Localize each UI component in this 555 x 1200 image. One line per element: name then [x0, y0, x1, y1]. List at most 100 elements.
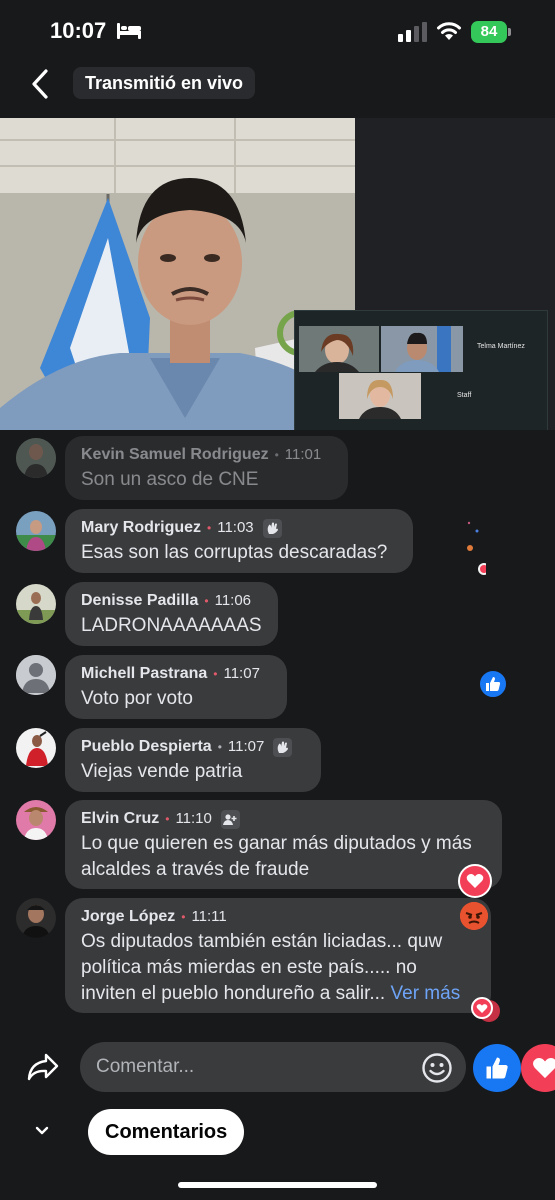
participant-tile: Staff	[423, 373, 505, 419]
avatar-image	[16, 584, 56, 624]
comment-time: 11:10	[175, 810, 212, 827]
comment-bubble: Kevin Samuel Rodriguez • 11:01 Son un as…	[65, 436, 348, 500]
separator-dot: •	[204, 594, 209, 608]
footer: Comentarios	[0, 1108, 555, 1158]
avatar[interactable]	[16, 800, 56, 840]
wave-icon	[273, 737, 293, 757]
comment-bubble: Denisse Padilla • 11:06 LADRONAAAAAAAS	[65, 582, 278, 646]
comment-author[interactable]: Denisse Padilla	[81, 591, 198, 611]
status-bar: 10:07 84	[0, 0, 555, 62]
header: Transmitió en vivo	[0, 62, 555, 112]
participant-tile	[339, 373, 421, 419]
avatar[interactable]	[16, 511, 56, 551]
comment-meta: Mary Rodriguez • 11:03	[81, 518, 397, 538]
person-add-icon	[220, 809, 240, 829]
comment-text: Viejas vende patria	[81, 761, 243, 782]
emoji-icon[interactable]	[421, 1052, 453, 1089]
separator-dot: •	[165, 812, 170, 826]
avatar[interactable]	[16, 584, 56, 624]
home-indicator[interactable]	[178, 1182, 377, 1188]
comment-time: 11:11	[191, 908, 227, 925]
comment-text-line: alcaldes a través de fraude	[81, 859, 310, 880]
thumbs-up-icon	[486, 1057, 508, 1079]
comment-text: Esas son las corruptas descaradas?	[81, 542, 388, 563]
comment-bubble: Michell Pastrana • 11:07 Voto por voto	[65, 655, 287, 719]
comment-author[interactable]: Kevin Samuel Rodriguez	[81, 445, 269, 465]
wave-icon	[262, 518, 282, 538]
heart-icon	[471, 997, 500, 1022]
avatar[interactable]	[16, 728, 56, 768]
separator-dot: •	[207, 521, 212, 535]
comment-time: 11:07	[227, 738, 265, 755]
angry-face-icon	[460, 902, 488, 930]
avatar-image	[16, 800, 56, 840]
comment-bubble: Mary Rodriguez • 11:03 Esas son las corr…	[65, 509, 413, 573]
comment-author[interactable]: Michell Pastrana	[81, 664, 207, 684]
comment-bubble: Pueblo Despierta • 11:07 Viejas vende pa…	[65, 728, 321, 792]
participant-tile	[381, 326, 463, 372]
like-reaction-icon	[478, 669, 508, 699]
comment-bubble: Jorge López • 11:11 Os diputados también…	[65, 898, 491, 1013]
cellular-signal-icon	[398, 22, 427, 42]
chevron-down-icon[interactable]	[34, 1124, 50, 1142]
comment-meta: Elvin Cruz • 11:10	[81, 809, 486, 829]
sleep-focus-icon	[117, 23, 141, 39]
comment-text-line: inviten el pueblo hondureño a salir... V…	[81, 981, 475, 1007]
comment-meta: Jorge López • 11:11	[81, 907, 475, 927]
comment-author[interactable]: Jorge López	[81, 907, 175, 927]
avatar-image	[16, 728, 56, 768]
default-avatar-icon	[16, 655, 56, 695]
share-icon[interactable]	[26, 1052, 60, 1087]
comment-text-line: política más mierdas en este país..... n…	[81, 957, 417, 978]
comments-tab[interactable]: Comentarios	[88, 1109, 245, 1155]
comment-meta: Michell Pastrana • 11:07	[81, 664, 271, 684]
floating-reactions	[466, 517, 486, 597]
comment-author[interactable]: Mary Rodriguez	[81, 518, 201, 538]
love-reaction-icon	[458, 864, 492, 898]
sparkle-icon	[467, 521, 486, 575]
participant-name: Staff	[457, 392, 472, 399]
heart-icon	[466, 874, 484, 888]
participant-name: Telma Martínez	[477, 343, 525, 350]
avatar[interactable]	[16, 898, 56, 938]
avatar-image	[16, 898, 56, 938]
separator-dot: •	[181, 910, 186, 924]
avatar[interactable]	[16, 438, 56, 478]
avatar-image	[16, 438, 56, 478]
battery-indicator: 84	[471, 21, 511, 43]
chevron-left-icon	[32, 69, 48, 99]
page-title: Transmitió en vivo	[73, 67, 256, 99]
comment-author[interactable]: Pueblo Despierta	[81, 737, 212, 757]
comment-time: 11:06	[214, 592, 252, 609]
comment-time: 11:01	[284, 446, 322, 463]
comment-text: LADRONAAAAAAAS	[81, 615, 262, 636]
participant-video	[381, 326, 463, 372]
love-button[interactable]	[521, 1044, 555, 1092]
avatar[interactable]	[16, 655, 56, 695]
comment-meta: Kevin Samuel Rodriguez • 11:01	[81, 445, 332, 465]
comment-time: 11:07	[223, 665, 260, 682]
back-button[interactable]	[22, 66, 58, 102]
separator-dot: •	[217, 740, 222, 754]
comment-meta: Pueblo Despierta • 11:07	[81, 737, 305, 757]
thumbs-up-icon	[486, 677, 501, 691]
live-video-player[interactable]: Telma Martínez Staff	[0, 118, 555, 430]
battery-tip	[508, 28, 511, 36]
see-more-link[interactable]: Ver más	[391, 983, 461, 1004]
comment-time: 11:03	[217, 519, 254, 536]
participant-tile: Telma Martínez	[465, 326, 545, 372]
heart-icon	[533, 1057, 555, 1079]
floating-love-reactions	[469, 996, 501, 1024]
participant-video	[299, 326, 379, 372]
comment-input[interactable]	[80, 1042, 466, 1092]
like-button[interactable]	[473, 1044, 521, 1092]
comment-author[interactable]: Elvin Cruz	[81, 809, 159, 829]
comment-text-fragment: inviten el pueblo hondureño a salir...	[81, 983, 386, 1004]
wifi-icon	[437, 22, 461, 40]
avatar-image	[16, 511, 56, 551]
comment-bubble: Elvin Cruz • 11:10 Lo que quieren es gan…	[65, 800, 502, 889]
participant-video	[339, 373, 421, 419]
separator-dot: •	[213, 667, 218, 681]
comment-composer	[0, 1040, 555, 1096]
comment-text-line: Lo que quieren es ganar más diputados y …	[81, 833, 472, 854]
